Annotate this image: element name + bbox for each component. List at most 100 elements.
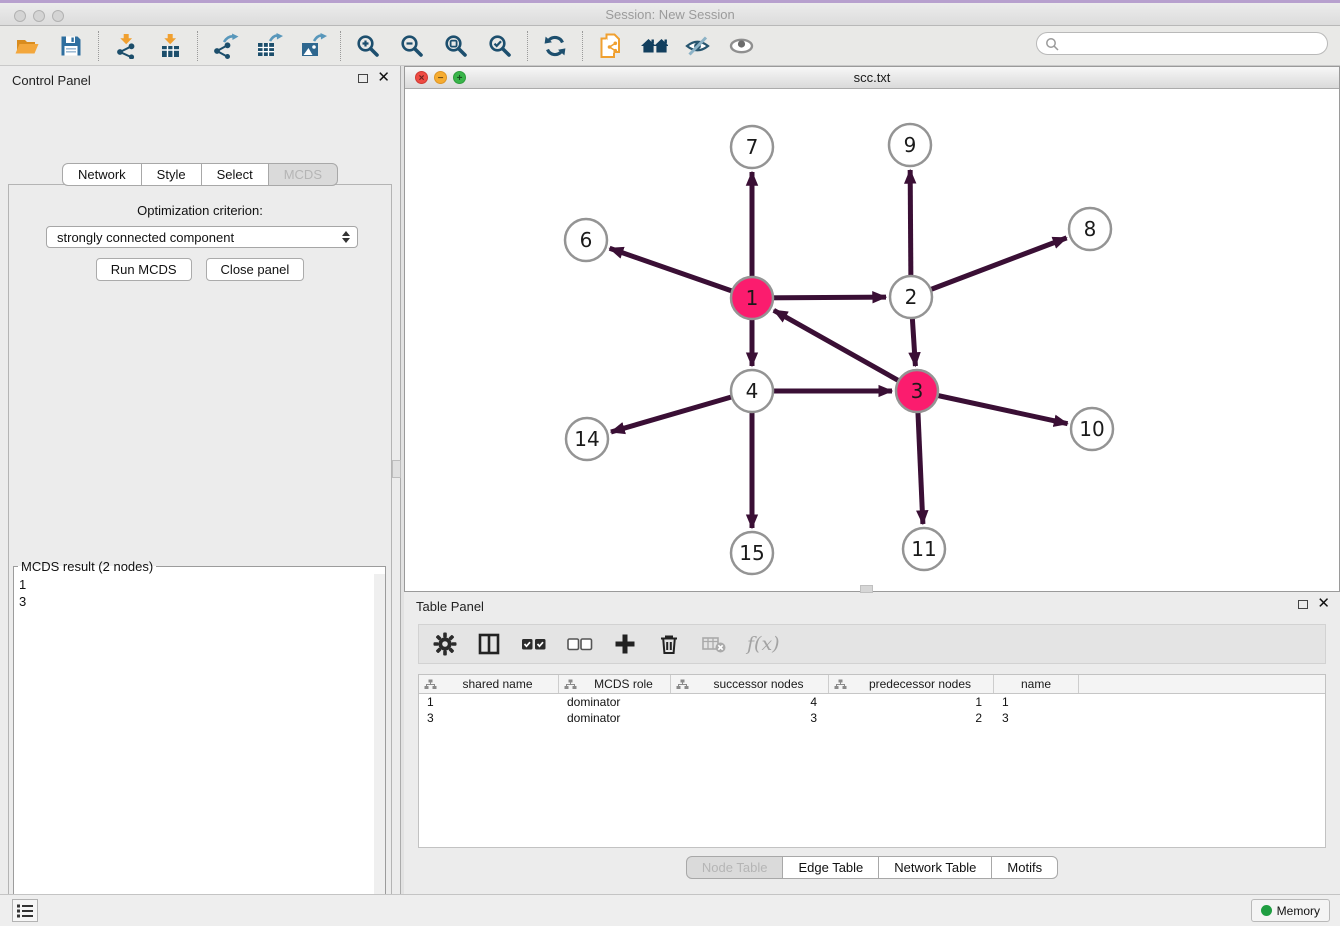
import-table-icon (157, 33, 183, 59)
column-header-MCDS-role[interactable]: MCDS role (559, 675, 671, 693)
deselect-all-button[interactable] (567, 635, 593, 653)
close-panel-button[interactable]: Close panel (206, 258, 305, 281)
open-session-button[interactable] (13, 32, 41, 60)
refresh-icon (542, 33, 568, 59)
new-network-from-selection-button[interactable] (596, 32, 624, 60)
show-all-button[interactable] (728, 32, 756, 60)
criterion-dropdown[interactable]: strongly connected component (46, 226, 358, 248)
select-all-button[interactable] (521, 635, 547, 653)
graph-edges (610, 170, 1068, 528)
memory-label: Memory (1277, 904, 1320, 918)
function-builder-button[interactable]: f(x) (747, 633, 780, 655)
close-panel-icon[interactable]: ✕ (377, 72, 390, 84)
tab-style[interactable]: Style (141, 163, 202, 186)
graph-node-7[interactable]: 7 (731, 126, 773, 168)
close-table-panel-icon[interactable]: ✕ (1317, 598, 1330, 610)
mcds-result-box: MCDS result (2 nodes) 1 3 (13, 559, 386, 926)
graph-node-14[interactable]: 14 (566, 418, 608, 460)
table-row[interactable]: 1dominator411 (419, 694, 1325, 710)
table-settings-button[interactable] (433, 632, 457, 656)
tab-mcds[interactable]: MCDS (268, 163, 338, 186)
export-table-button[interactable] (255, 32, 283, 60)
tab-edge-table[interactable]: Edge Table (782, 856, 879, 879)
zoom-fit-button[interactable] (442, 32, 470, 60)
result-scrollbar[interactable] (374, 574, 385, 926)
graph-node-15[interactable]: 15 (731, 532, 773, 574)
graph-node-1[interactable]: 1 (731, 277, 773, 319)
eye-icon (728, 33, 756, 59)
save-session-button[interactable] (57, 32, 85, 60)
network-view-window: × − + scc.txt 7 9 6 8 1 2 4 3 14 10 15 11 (404, 66, 1340, 592)
application-window: Session: New Session (0, 0, 1340, 926)
network-from-selection-icon (597, 32, 624, 60)
svg-text:11: 11 (911, 537, 936, 561)
search-input[interactable] (1064, 37, 1319, 51)
trash-icon (657, 632, 681, 656)
svg-text:9: 9 (904, 133, 917, 157)
node-table: shared name MCDS role successor nodes pr… (418, 674, 1326, 848)
graph-node-2[interactable]: 2 (890, 276, 932, 318)
save-floppy-icon (58, 33, 84, 59)
import-network-icon (113, 33, 139, 59)
column-header-successor-nodes[interactable]: successor nodes (671, 675, 829, 693)
eye-slash-icon (684, 33, 712, 59)
add-column-button[interactable] (613, 632, 637, 656)
graph-node-10[interactable]: 10 (1071, 408, 1113, 450)
tab-select[interactable]: Select (201, 163, 269, 186)
control-panel-tabs: NetworkStyleSelectMCDS (0, 163, 400, 186)
window-title: Session: New Session (0, 3, 1340, 26)
network-window-titlebar: × − + scc.txt (405, 67, 1339, 89)
import-table-button[interactable] (156, 32, 184, 60)
first-neighbors-button[interactable] (640, 32, 668, 60)
tab-network-table[interactable]: Network Table (878, 856, 992, 879)
svg-text:6: 6 (580, 228, 593, 252)
show-column-button[interactable] (477, 632, 501, 656)
run-mcds-button[interactable]: Run MCDS (96, 258, 192, 281)
tab-node-table[interactable]: Node Table (686, 856, 784, 879)
delete-column-button[interactable] (657, 632, 681, 656)
criterion-value: strongly connected component (47, 230, 339, 245)
tab-network[interactable]: Network (62, 163, 142, 186)
zoom-out-button[interactable] (398, 32, 426, 60)
column-header-shared-name[interactable]: shared name (419, 675, 559, 693)
graph-node-8[interactable]: 8 (1069, 208, 1111, 250)
zoom-in-button[interactable] (354, 32, 382, 60)
table-tabs: Node TableEdge TableNetwork TableMotifs (404, 856, 1340, 879)
column-header-predecessor-nodes[interactable]: predecessor nodes (829, 675, 994, 693)
table-row[interactable]: 3dominator323 (419, 710, 1325, 726)
refresh-view-button[interactable] (541, 32, 569, 60)
export-image-button[interactable] (299, 32, 327, 60)
tab-motifs[interactable]: Motifs (991, 856, 1058, 879)
svg-text:10: 10 (1079, 417, 1104, 441)
task-history-button[interactable] (12, 899, 38, 922)
float-panel-icon[interactable] (358, 74, 368, 83)
graph-node-6[interactable]: 6 (565, 219, 607, 261)
main-toolbar (0, 26, 1340, 66)
main-titlebar: Session: New Session (0, 3, 1340, 26)
graph-node-9[interactable]: 9 (889, 124, 931, 166)
memory-button[interactable]: Memory (1251, 899, 1330, 922)
edge-1-6 (610, 248, 752, 298)
mcds-result-text: 1 3 (14, 574, 385, 926)
vertical-splitter-handle[interactable] (392, 460, 401, 478)
delete-table-button[interactable] (701, 633, 727, 655)
network-canvas[interactable]: 7 9 6 8 1 2 4 3 14 10 15 11 (405, 89, 1339, 591)
search-box[interactable] (1036, 32, 1328, 55)
column-type-icon (834, 679, 847, 690)
export-network-button[interactable] (211, 32, 239, 60)
hide-selected-button[interactable] (684, 32, 712, 60)
table-toolbar: f(x) (418, 624, 1326, 664)
svg-text:4: 4 (746, 379, 759, 403)
horizontal-splitter-handle[interactable] (860, 585, 873, 593)
import-network-button[interactable] (112, 32, 140, 60)
graph-node-4[interactable]: 4 (731, 370, 773, 412)
control-panel-title: Control Panel (12, 73, 91, 88)
export-image-icon (299, 33, 327, 59)
column-header-name[interactable]: name (994, 675, 1079, 693)
graph-node-3[interactable]: 3 (896, 370, 938, 412)
unchecked-boxes-icon (567, 635, 593, 653)
zoom-selected-button[interactable] (486, 32, 514, 60)
float-table-panel-icon[interactable] (1298, 600, 1308, 609)
graph-node-11[interactable]: 11 (903, 528, 945, 570)
search-icon (1045, 37, 1059, 51)
